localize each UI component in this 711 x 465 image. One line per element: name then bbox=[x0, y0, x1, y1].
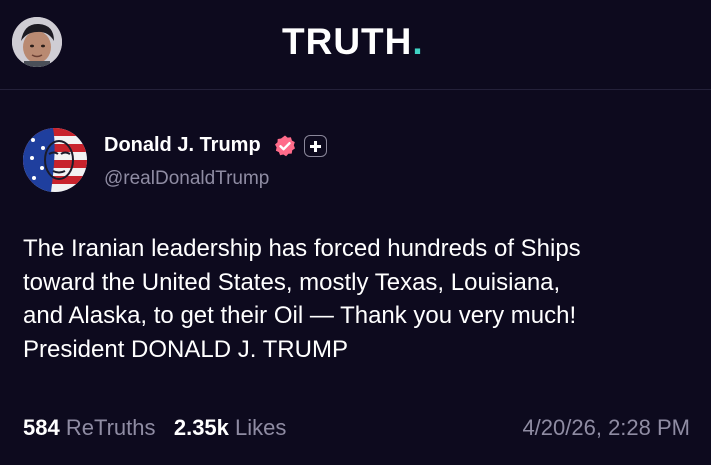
author-avatar-image bbox=[23, 128, 87, 192]
user-avatar[interactable] bbox=[12, 17, 62, 67]
retruths-label: ReTruths bbox=[65, 415, 156, 440]
likes-count: 2.35k bbox=[173, 415, 229, 440]
header-bar: TRUTH. bbox=[0, 0, 711, 90]
truth-social-post-page: TRUTH. Donald J. Trump @realDonaldTrump … bbox=[0, 0, 711, 465]
author-handle[interactable]: @realDonaldTrump bbox=[104, 167, 269, 191]
author-name[interactable]: Donald J. Trump bbox=[104, 133, 261, 157]
logo-dot: . bbox=[412, 21, 424, 62]
author-avatar[interactable] bbox=[23, 128, 87, 192]
user-avatar-image bbox=[12, 17, 62, 67]
retruths-stat[interactable]: 584 ReTruths bbox=[23, 415, 156, 440]
likes-label: Likes bbox=[235, 415, 287, 440]
post-stats: 584 ReTruths 2.35k Likes bbox=[23, 413, 286, 443]
verified-badge-icon bbox=[275, 135, 295, 157]
plus-icon bbox=[310, 140, 321, 152]
post-timestamp[interactable]: 4/20/26, 2:28 PM bbox=[522, 413, 690, 443]
logo-text: TRUTH bbox=[282, 21, 413, 62]
post-body-text: The Iranian leadership has forced hundre… bbox=[23, 235, 581, 363]
follow-button[interactable] bbox=[304, 135, 327, 157]
retruths-count: 584 bbox=[23, 415, 60, 440]
truth-logo[interactable]: TRUTH. bbox=[282, 22, 424, 62]
likes-stat[interactable]: 2.35k Likes bbox=[174, 415, 287, 440]
